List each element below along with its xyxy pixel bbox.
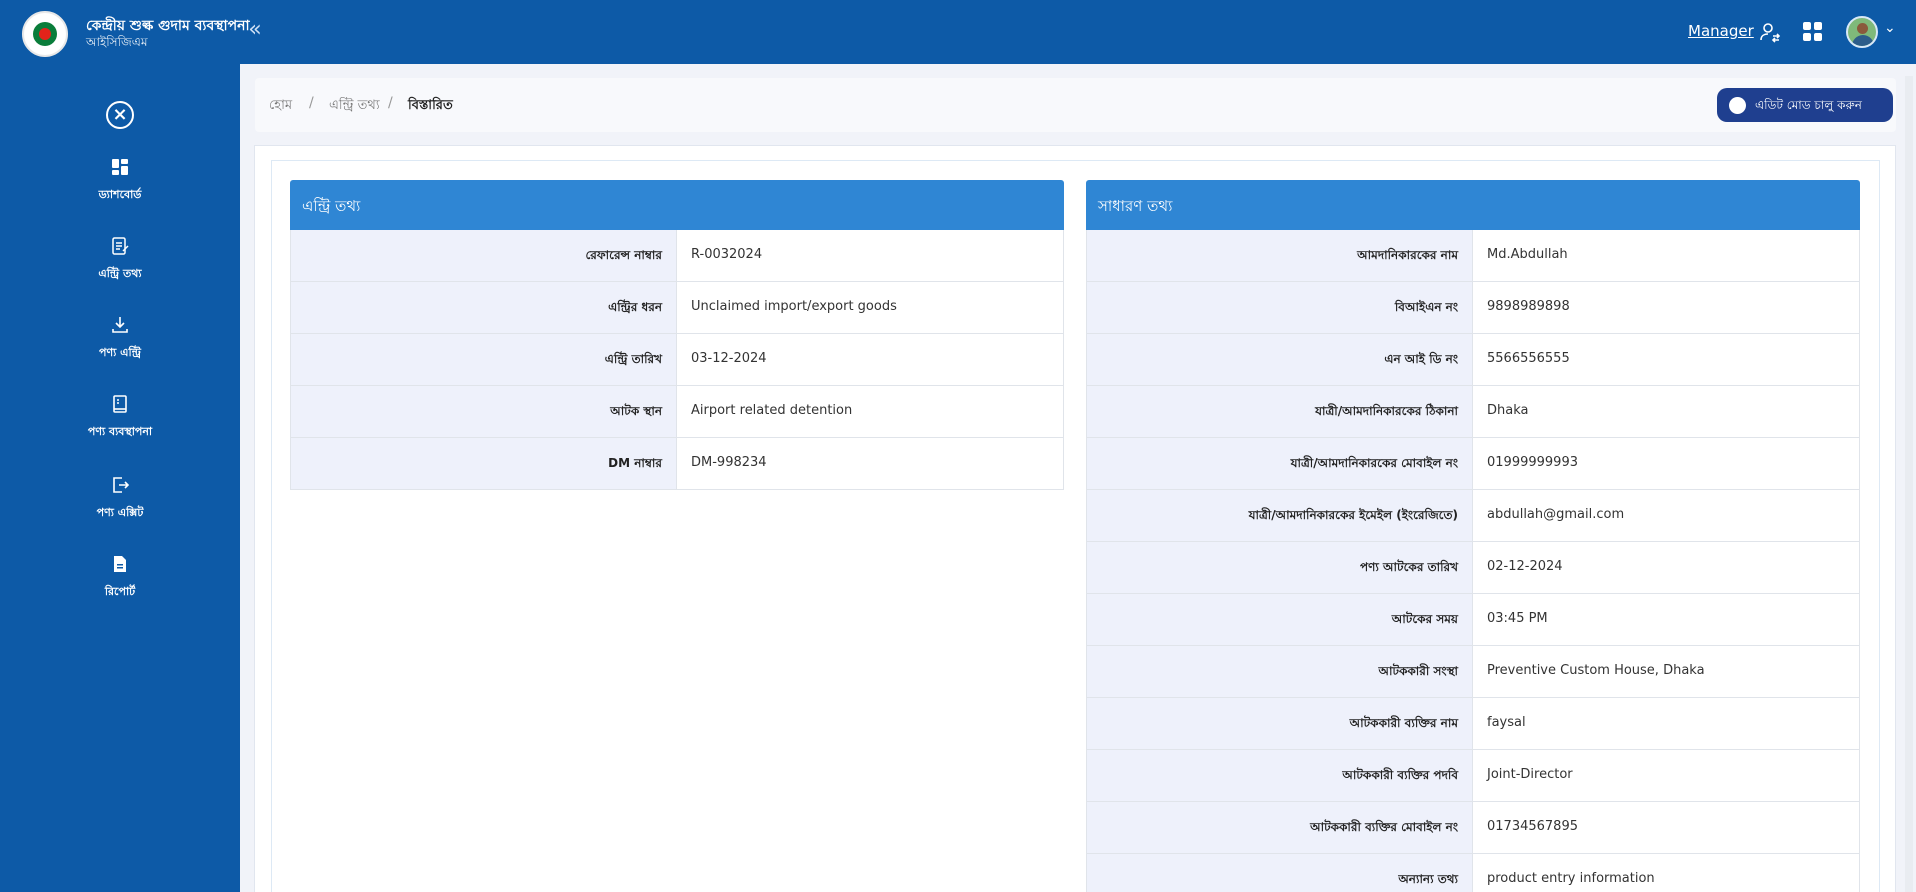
sidebar-item-label: পণ্য ব্যবস্থাপনা <box>87 425 153 438</box>
sidebar-item-label: ড্যাশবোর্ড <box>98 188 142 201</box>
table-row: এন্ট্রির ধরন Unclaimed import/export good… <box>290 282 1064 334</box>
dashboard-icon <box>112 159 128 175</box>
role-link[interactable]: Manager <box>1688 22 1754 40</box>
logout-icon <box>113 477 130 493</box>
breadcrumb: হোম / এন্ট্রি তথ্য / বিস্তারিত এডিট মোড … <box>255 78 1896 132</box>
top-bar: কেন্দ্রীয় শুল্ক গুদাম ব্যবস্থাপনা আইসিজ… <box>0 0 1916 64</box>
scrollbar[interactable] <box>1905 76 1913 892</box>
breadcrumb-separator: / <box>309 95 314 111</box>
user-switch-icon[interactable] <box>1758 20 1782 44</box>
double-chevron-left-icon[interactable]: « <box>244 19 266 42</box>
grid-icon[interactable] <box>1803 22 1823 42</box>
entry-info-panel: এন্ট্রি তথ্য রেফারেন্স নাম্বার R-0032024 … <box>290 180 1064 490</box>
table-row: যাত্রী/আমদানিকারকের মোবাইল নং 01999999993 <box>1086 438 1860 490</box>
breadcrumb-separator: / <box>388 95 393 111</box>
table-row: আটকের সময় 03:45 PM <box>1086 594 1860 646</box>
sidebar-item-product-entry[interactable]: পণ্য এন্ট্রি <box>0 314 240 384</box>
table-row: আটক স্থান Airport related detention <box>290 386 1064 438</box>
app-subtitle: আইসিজিএম <box>86 35 148 49</box>
close-icon[interactable]: × <box>106 101 134 129</box>
govt-logo <box>22 11 68 57</box>
sidebar: × ড্যাশবোর্ড এন্ট্রি তথ্য পণ্য এন্ট্রি প… <box>0 64 240 892</box>
sidebar-item-product-exit[interactable]: পণ্য এক্সিট <box>0 474 240 544</box>
sidebar-item-report[interactable]: রিপোর্ট <box>0 553 240 623</box>
table-row: আটককারী ব্যক্তির নাম faysal <box>1086 698 1860 750</box>
chevron-down-icon[interactable]: ⌄ <box>1884 20 1896 36</box>
report-file-icon <box>114 556 126 572</box>
download-icon <box>112 317 128 333</box>
book-icon <box>113 395 127 413</box>
table-row: বিআইএন নং 9898989898 <box>1086 282 1860 334</box>
table-row: অন্যান্য তথ্য product entry information <box>1086 854 1860 892</box>
sidebar-item-product-management[interactable]: পণ্য ব্যবস্থাপনা <box>0 393 240 463</box>
table-row: পণ্য আটকের তারিখ 02-12-2024 <box>1086 542 1860 594</box>
user-avatar[interactable] <box>1846 16 1878 48</box>
table-row: এন আই ডি নং 5566556555 <box>1086 334 1860 386</box>
breadcrumb-current: বিস্তারিত <box>408 98 453 113</box>
edit-mode-label: এডিট মোড চালু করুন <box>1755 98 1862 112</box>
table-row: আটককারী ব্যক্তির পদবি Joint-Director <box>1086 750 1860 802</box>
breadcrumb-entry-info[interactable]: এন্ট্রি তথ্য <box>329 96 380 117</box>
edit-mode-toggle[interactable]: এডিট মোড চালু করুন <box>1717 88 1893 122</box>
table-row: DM নাম্বার DM-998234 <box>290 438 1064 490</box>
table-row: রেফারেন্স নাম্বার R-0032024 <box>290 230 1064 282</box>
table-row: যাত্রী/আমদানিকারকের ঠিকানা Dhaka <box>1086 386 1860 438</box>
main-content: হোম / এন্ট্রি তথ্য / বিস্তারিত এডিট মোড … <box>240 64 1916 892</box>
table-row: আমদানিকারকের নাম Md.Abdullah <box>1086 230 1860 282</box>
sidebar-item-label: পণ্য এন্ট্রি <box>99 346 141 359</box>
sidebar-item-label: পণ্য এক্সিট <box>96 506 144 519</box>
sidebar-item-dashboard[interactable]: ড্যাশবোর্ড <box>0 156 240 226</box>
sidebar-item-label: রিপোর্ট <box>104 585 136 598</box>
table-row: এন্ট্রি তারিখ 03-12-2024 <box>290 334 1064 386</box>
table-row: যাত্রী/আমদানিকারকের ইমেইল (ইংরেজিতে) abdu… <box>1086 490 1860 542</box>
table-row: আটককারী সংস্থা Preventive Custom House, D… <box>1086 646 1860 698</box>
panel-title: সাধারণ তথ্য <box>1086 180 1860 230</box>
panel-title: এন্ট্রি তথ্য <box>290 180 1064 230</box>
breadcrumb-home[interactable]: হোম <box>269 96 292 117</box>
entry-edit-icon <box>112 237 129 255</box>
table-row: আটককারী ব্যক্তির মোবাইল নং 01734567895 <box>1086 802 1860 854</box>
sidebar-item-label: এন্ট্রি তথ্য <box>98 267 142 280</box>
general-info-panel: সাধারণ তথ্য আমদানিকারকের নাম Md.Abdullah … <box>1086 180 1860 892</box>
sidebar-item-entry-info[interactable]: এন্ট্রি তথ্য <box>0 235 240 305</box>
toggle-knob <box>1729 97 1746 114</box>
